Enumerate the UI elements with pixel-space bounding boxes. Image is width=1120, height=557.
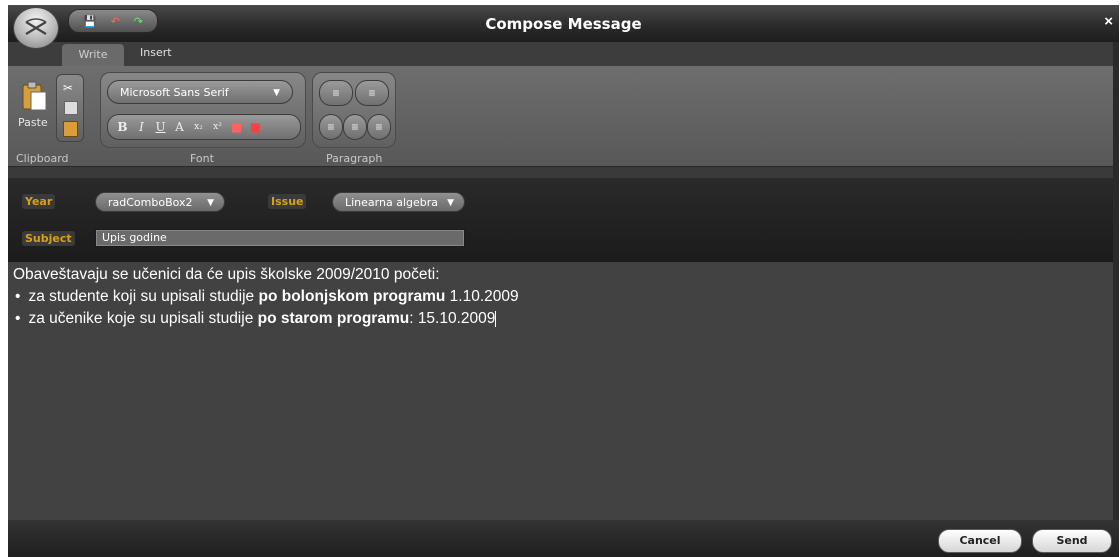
clipboard-group-label: Clipboard xyxy=(16,152,69,165)
list-item: za učenike koje su upisali studije po st… xyxy=(13,308,519,330)
ribbon-tabs: Write Insert xyxy=(8,42,1119,66)
font-size-icon[interactable]: A xyxy=(171,118,188,136)
copy-icon[interactable] xyxy=(64,101,78,115)
italic-icon[interactable]: I xyxy=(133,118,150,136)
app-logo-icon xyxy=(25,18,47,35)
paste-label: Paste xyxy=(18,116,48,129)
cut-icon[interactable]: ✂ xyxy=(63,81,73,95)
application-menu-button[interactable] xyxy=(13,7,59,49)
chevron-down-icon: ▼ xyxy=(273,88,280,98)
send-button[interactable]: Send xyxy=(1032,529,1112,553)
font-group: Microsoft Sans Serif ▼ B I U A x₂ x² ■ ■ xyxy=(100,72,306,148)
text-caret xyxy=(495,310,497,327)
year-label: Year xyxy=(22,194,56,209)
paste-special-icon[interactable] xyxy=(63,121,78,137)
align-left-icon[interactable]: ≡ xyxy=(319,114,343,140)
title-bar: 💾 ↶ ↷ Compose Message × xyxy=(8,5,1119,49)
align-center-icon[interactable]: ≡ xyxy=(343,114,367,140)
issue-value: Linearna algebra xyxy=(345,196,438,209)
list-item-suffix: : 15.10.2009 xyxy=(409,310,496,327)
align-right-icon[interactable]: ≡ xyxy=(367,114,391,140)
bullet-list-icon[interactable]: ≡ xyxy=(319,80,353,106)
message-header-fields: Year radComboBox2 ▼ Issue Linearna algeb… xyxy=(8,178,1113,262)
bottom-action-bar: Cancel Send xyxy=(8,520,1119,557)
message-editor[interactable]: Obaveštavaju se učenici da će upis škols… xyxy=(8,262,1113,520)
year-dropdown[interactable]: radComboBox2 ▼ xyxy=(95,192,225,212)
font-format-buttons: B I U A x₂ x² ■ ■ xyxy=(107,114,301,140)
font-family-dropdown[interactable]: Microsoft Sans Serif ▼ xyxy=(107,80,293,104)
compose-window: 💾 ↶ ↷ Compose Message × Write Insert Pas… xyxy=(8,5,1119,557)
subject-label: Subject xyxy=(22,231,75,246)
chevron-down-icon: ▼ xyxy=(207,198,214,208)
bold-icon[interactable]: B xyxy=(114,118,131,136)
chevron-down-icon: ▼ xyxy=(447,198,454,208)
highlight-icon[interactable]: ■ xyxy=(247,118,264,136)
list-item-bold: po starom programu xyxy=(257,310,410,327)
paste-icon xyxy=(22,81,47,111)
subscript-icon[interactable]: x₂ xyxy=(190,118,207,136)
subject-input[interactable]: Upis godine xyxy=(95,229,465,247)
font-family-value: Microsoft Sans Serif xyxy=(120,86,229,99)
font-group-label: Font xyxy=(190,152,214,165)
font-color-icon[interactable]: ■ xyxy=(228,118,245,136)
message-body: Obaveštavaju se učenici da će upis škols… xyxy=(13,264,519,330)
superscript-icon[interactable]: x² xyxy=(209,118,226,136)
paragraph-group: ≡ ≡ ≡ ≡ ≡ xyxy=(312,72,396,148)
underline-icon[interactable]: U xyxy=(152,118,169,136)
list-item-text: za studente koji su upisali studije xyxy=(28,288,259,305)
close-icon[interactable]: × xyxy=(1104,13,1113,30)
window-title: Compose Message xyxy=(485,15,642,33)
issue-dropdown[interactable]: Linearna algebra ▼ xyxy=(332,192,465,212)
issue-label: Issue xyxy=(268,194,307,209)
paste-button[interactable]: Paste xyxy=(14,78,54,136)
clipboard-small-buttons: ✂ xyxy=(56,74,84,142)
paragraph-group-label: Paragraph xyxy=(326,152,383,165)
list-item-bold: po bolonjskom programu xyxy=(258,288,446,305)
window-edge-bar xyxy=(1113,42,1119,520)
numbered-list-icon[interactable]: ≡ xyxy=(355,80,389,106)
year-value: radComboBox2 xyxy=(108,196,193,209)
tab-write[interactable]: Write xyxy=(62,44,124,66)
tab-insert[interactable]: Insert xyxy=(140,46,172,59)
list-item-suffix: 1.10.2009 xyxy=(445,288,519,305)
ribbon: Paste ✂ Clipboard Microsoft Sans Serif ▼… xyxy=(8,66,1119,167)
list-item-text: za učenike koje su upisali studije xyxy=(28,310,258,327)
message-list: za studente koji su upisali studije po b… xyxy=(13,286,519,330)
message-intro: Obaveštavaju se učenici da će upis škols… xyxy=(13,266,440,283)
list-item: za studente koji su upisali studije po b… xyxy=(13,286,519,308)
cancel-button[interactable]: Cancel xyxy=(938,529,1022,553)
